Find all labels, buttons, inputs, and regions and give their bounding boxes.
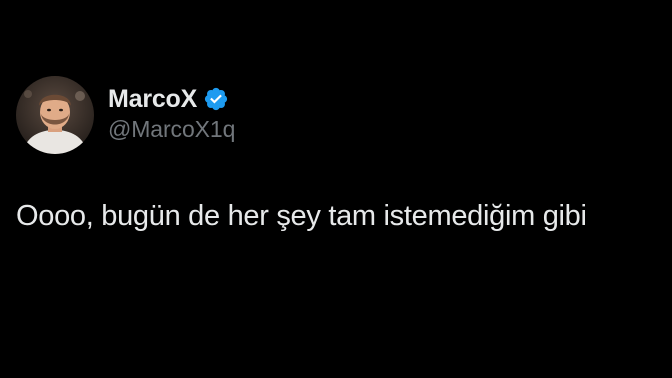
tweet-text: Oooo, bugün de her şey tam istemediğim g… bbox=[16, 200, 587, 232]
verified-badge-icon bbox=[203, 86, 229, 112]
author-name-row: MarcoX bbox=[108, 84, 229, 114]
avatar-photo bbox=[16, 76, 94, 154]
author-handle[interactable]: @MarcoX1q bbox=[108, 116, 235, 143]
tweet-card: MarcoX @MarcoX1q Oooo, bugün de her şey … bbox=[0, 0, 672, 378]
avatar[interactable] bbox=[16, 76, 94, 154]
display-name[interactable]: MarcoX bbox=[108, 85, 197, 114]
